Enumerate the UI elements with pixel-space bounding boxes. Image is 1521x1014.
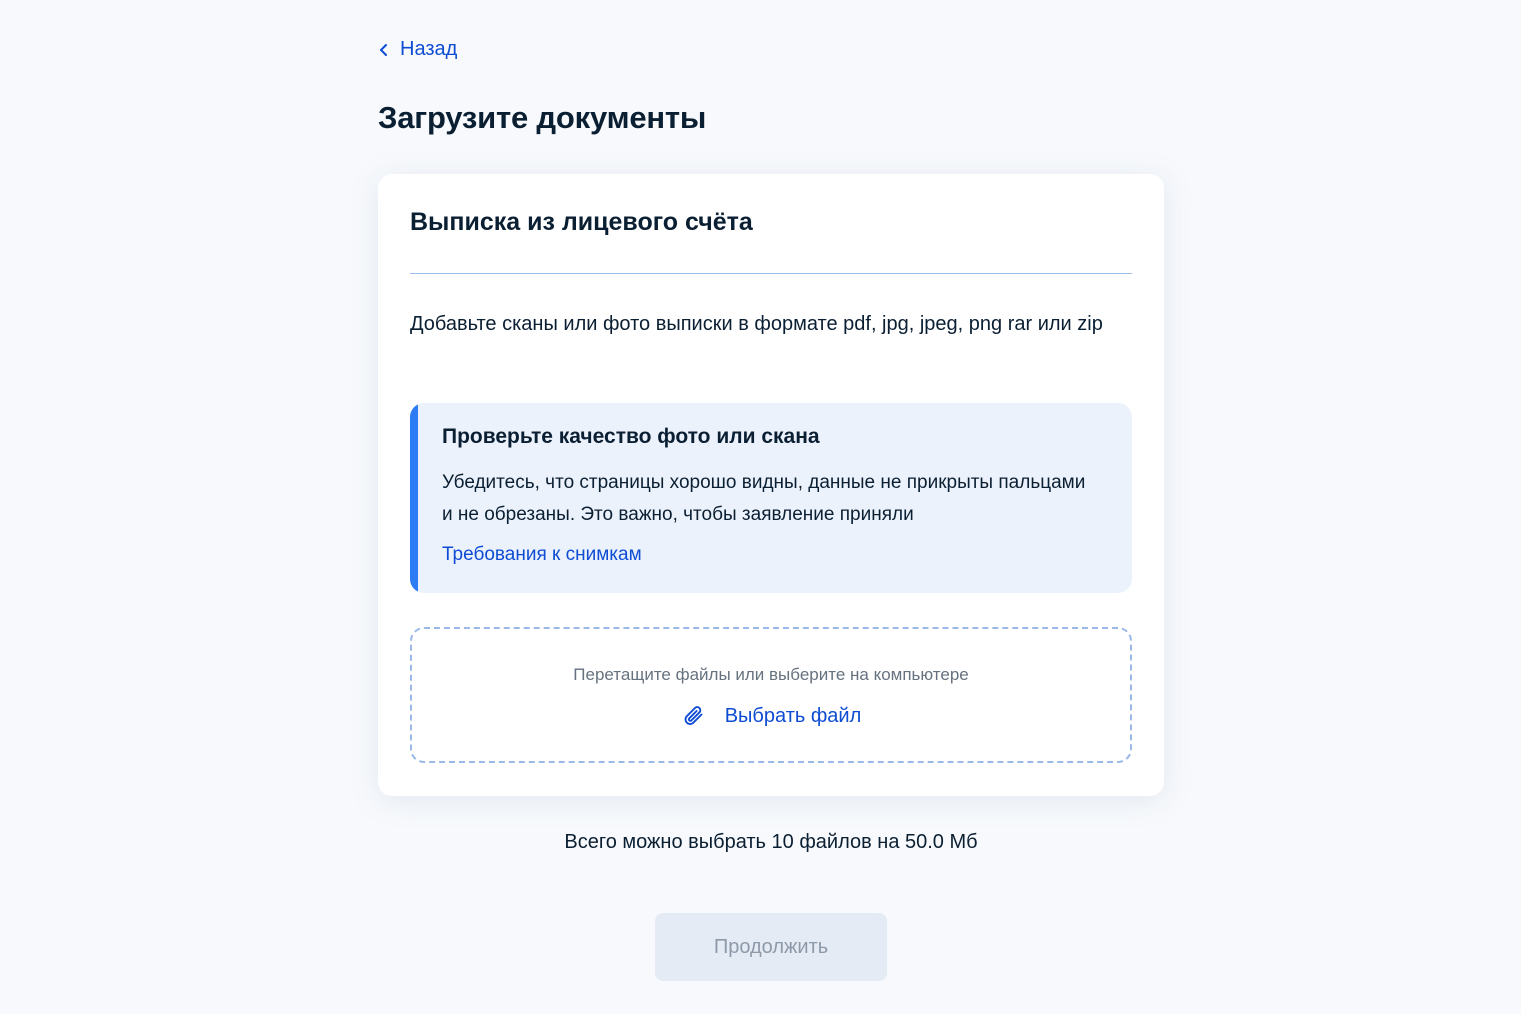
photo-requirements-link[interactable]: Требования к снимкам [442,544,642,566]
dropzone-hint: Перетащите файлы или выберите на компьют… [573,665,969,684]
choose-file-button[interactable]: Выбрать файл [412,703,1130,729]
notice-title: Проверьте качество фото или скана [442,425,820,448]
file-dropzone[interactable]: Перетащите файлы или выберите на компьют… [410,627,1132,763]
choose-file-label: Выбрать файл [724,704,862,727]
chevron-left-icon [380,43,387,56]
card-divider [410,273,1132,274]
card-description: Добавьте сканы или фото выписки в формат… [410,313,1103,335]
card-title: Выписка из лицевого счёта [410,208,753,236]
quality-notice: Проверьте качество фото или скана Убедит… [410,403,1132,593]
notice-accent-bar [410,403,418,593]
back-label: Назад [400,38,458,60]
page-title: Загрузите документы [378,100,707,135]
paperclip-icon [684,706,703,725]
document-card: Выписка из лицевого счёта Добавьте сканы… [378,174,1164,796]
notice-text: Убедитесь, что страницы хорошо видны, да… [442,472,1086,525]
continue-button[interactable]: Продолжить [655,913,887,981]
back-link[interactable]: Назад [378,38,457,61]
file-limit-text: Всего можно выбрать 10 файлов на 50.0 Мб [564,831,978,853]
